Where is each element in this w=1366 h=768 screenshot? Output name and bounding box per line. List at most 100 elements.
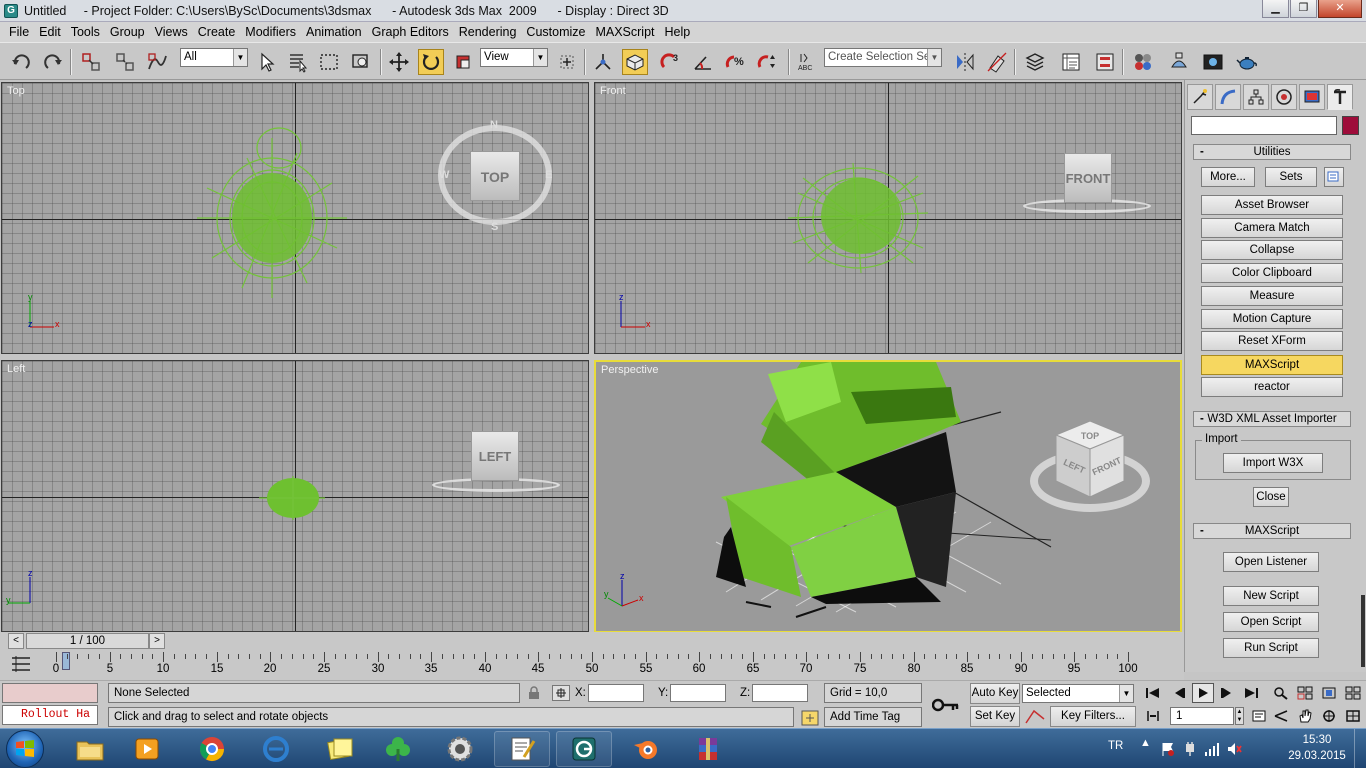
taskbar-media-player-icon[interactable] xyxy=(120,731,176,767)
viewport-label[interactable]: Left xyxy=(7,363,25,375)
language-indicator[interactable]: TR xyxy=(1108,740,1123,752)
next-frame-icon[interactable] xyxy=(1216,683,1238,703)
select-and-link-icon[interactable] xyxy=(78,49,104,75)
utilities-tab-icon[interactable] xyxy=(1327,84,1353,110)
more-button[interactable]: More... xyxy=(1201,167,1255,187)
new-script-button[interactable]: New Script xyxy=(1223,586,1319,606)
menu-file[interactable]: File xyxy=(4,25,34,39)
open-listener-button[interactable]: Open Listener xyxy=(1223,552,1319,572)
selection-filter-dropdown[interactable]: All ▼ xyxy=(180,48,248,67)
y-coord-field[interactable] xyxy=(670,684,726,702)
key-filter-selection-dropdown[interactable]: Selected ▼ xyxy=(1022,684,1134,703)
import-w3x-button[interactable]: Import W3X xyxy=(1223,453,1323,473)
taskbar-explorer-icon[interactable] xyxy=(62,731,118,767)
utility-camera-match-button[interactable]: Camera Match xyxy=(1201,218,1343,238)
menu-group[interactable]: Group xyxy=(105,25,150,39)
time-slider-prev-arrow[interactable]: < xyxy=(8,633,24,649)
power-plug-icon[interactable] xyxy=(1182,741,1198,757)
go-to-end-icon[interactable] xyxy=(1240,683,1262,703)
select-by-name-icon[interactable] xyxy=(284,49,310,75)
taskbar-text-editor-icon[interactable] xyxy=(494,731,550,767)
w3d-close-button[interactable]: Close xyxy=(1253,487,1289,507)
select-and-manipulate-icon[interactable] xyxy=(590,49,616,75)
utility-reset-xform-button[interactable]: Reset XForm xyxy=(1201,331,1343,351)
taskbar-chrome-icon[interactable] xyxy=(184,731,240,767)
menu-graph-editors[interactable]: Graph Editors xyxy=(367,25,454,39)
reference-coordinate-dropdown[interactable]: View ▼ xyxy=(480,48,548,67)
menu-tools[interactable]: Tools xyxy=(66,25,105,39)
menu-edit[interactable]: Edit xyxy=(34,25,66,39)
taskbar-3dsmax-icon[interactable] xyxy=(556,731,612,767)
snaps-toggle-icon[interactable]: 3 xyxy=(658,49,684,75)
modify-tab-icon[interactable] xyxy=(1215,84,1241,110)
viewcube[interactable]: TOP FRONT LEFT xyxy=(1052,417,1128,501)
viewport-perspective[interactable]: Perspective TOP FRONT LEFT z x y xyxy=(594,360,1182,633)
select-and-move-icon[interactable] xyxy=(386,49,412,75)
menu-views[interactable]: Views xyxy=(150,25,193,39)
menu-animation[interactable]: Animation xyxy=(301,25,367,39)
configure-button-sets-icon[interactable] xyxy=(1324,167,1344,187)
menu-maxscript[interactable]: MAXScript xyxy=(590,25,659,39)
viewport-label[interactable]: Top xyxy=(7,85,25,97)
maximize-button[interactable]: ❐ xyxy=(1290,0,1317,18)
taskbar-solitaire-clover-icon[interactable] xyxy=(370,731,426,767)
viewport-label[interactable]: Front xyxy=(600,85,626,97)
maxscript-rollout-header[interactable]: - MAXScript xyxy=(1193,523,1351,539)
use-pivot-point-center-icon[interactable] xyxy=(554,49,580,75)
named-selection-sets-dropdown[interactable]: Create Selection Set ▼ xyxy=(824,48,942,67)
hierarchy-tab-icon[interactable] xyxy=(1243,84,1269,110)
curve-editor-icon[interactable] xyxy=(1058,49,1084,75)
x-coord-field[interactable] xyxy=(588,684,644,702)
key-mode-toggle-icon[interactable] xyxy=(1142,706,1164,726)
w3d-rollout-header[interactable]: - W3D XML Asset Importer xyxy=(1193,411,1351,427)
keyboard-shortcut-override-icon[interactable] xyxy=(622,49,648,75)
time-tag-icon[interactable] xyxy=(800,709,820,727)
utility-asset-browser-button[interactable]: Asset Browser xyxy=(1201,195,1343,215)
taskbar-blender-icon[interactable] xyxy=(618,731,674,767)
auto-key-button[interactable]: Auto Key xyxy=(970,683,1020,704)
sets-button[interactable]: Sets xyxy=(1265,167,1317,187)
bind-to-space-warp-icon[interactable] xyxy=(144,49,170,75)
create-tab-icon[interactable] xyxy=(1187,84,1213,110)
orbit-icon[interactable] xyxy=(1318,706,1340,726)
minimize-button[interactable]: ▁ xyxy=(1262,0,1289,18)
schematic-view-icon[interactable] xyxy=(1092,49,1118,75)
viewport-top[interactable]: Top N S W E TOP y x z xyxy=(1,82,589,354)
maxscript-mini-listener-top[interactable] xyxy=(2,683,98,703)
utility-reactor-button[interactable]: reactor xyxy=(1201,377,1343,397)
show-hidden-icons-icon[interactable]: ▲ xyxy=(1140,737,1151,749)
align-icon[interactable] xyxy=(984,49,1010,75)
object-name-field[interactable] xyxy=(1191,116,1337,135)
3dsmax-app-icon[interactable]: G xyxy=(4,3,18,18)
menu-modifiers[interactable]: Modifiers xyxy=(240,25,301,39)
undo-icon[interactable] xyxy=(8,49,34,75)
select-and-scale-icon[interactable] xyxy=(450,49,476,75)
action-center-flag-icon[interactable] xyxy=(1160,741,1176,757)
zoom-icon[interactable] xyxy=(1270,683,1292,703)
object-color-swatch[interactable] xyxy=(1342,116,1359,135)
volume-muted-icon[interactable] xyxy=(1226,741,1242,757)
absolute-mode-transform-icon[interactable] xyxy=(552,685,570,701)
rectangular-selection-region-icon[interactable] xyxy=(316,49,342,75)
go-to-start-icon[interactable] xyxy=(1142,683,1164,703)
motion-tab-icon[interactable] xyxy=(1271,84,1297,110)
material-editor-icon[interactable] xyxy=(1130,49,1156,75)
menu-rendering[interactable]: Rendering xyxy=(454,25,522,39)
open-mini-curve-editor-icon[interactable] xyxy=(10,654,32,674)
time-slider-thumb[interactable]: 1 / 100 xyxy=(26,633,149,649)
run-script-button[interactable]: Run Script xyxy=(1223,638,1319,658)
viewcube[interactable]: LEFT xyxy=(471,431,519,481)
unlink-selection-icon[interactable] xyxy=(112,49,138,75)
time-configuration-icon[interactable] xyxy=(1248,706,1270,726)
mirror-icon[interactable] xyxy=(952,49,978,75)
set-key-button[interactable]: Set Key xyxy=(970,706,1020,727)
set-keys-key-icon[interactable] xyxy=(926,687,966,723)
show-desktop-button[interactable] xyxy=(1354,729,1366,768)
viewcube[interactable]: FRONT xyxy=(1064,153,1112,203)
taskbar-winrar-icon[interactable] xyxy=(680,731,736,767)
current-frame-spinner[interactable]: ▲ ▼ xyxy=(1235,707,1244,725)
select-object-icon[interactable] xyxy=(254,49,280,75)
rendered-frame-window-icon[interactable] xyxy=(1200,49,1226,75)
angle-snap-toggle-icon[interactable] xyxy=(690,49,716,75)
percent-snap-toggle-icon[interactable]: % xyxy=(722,49,748,75)
